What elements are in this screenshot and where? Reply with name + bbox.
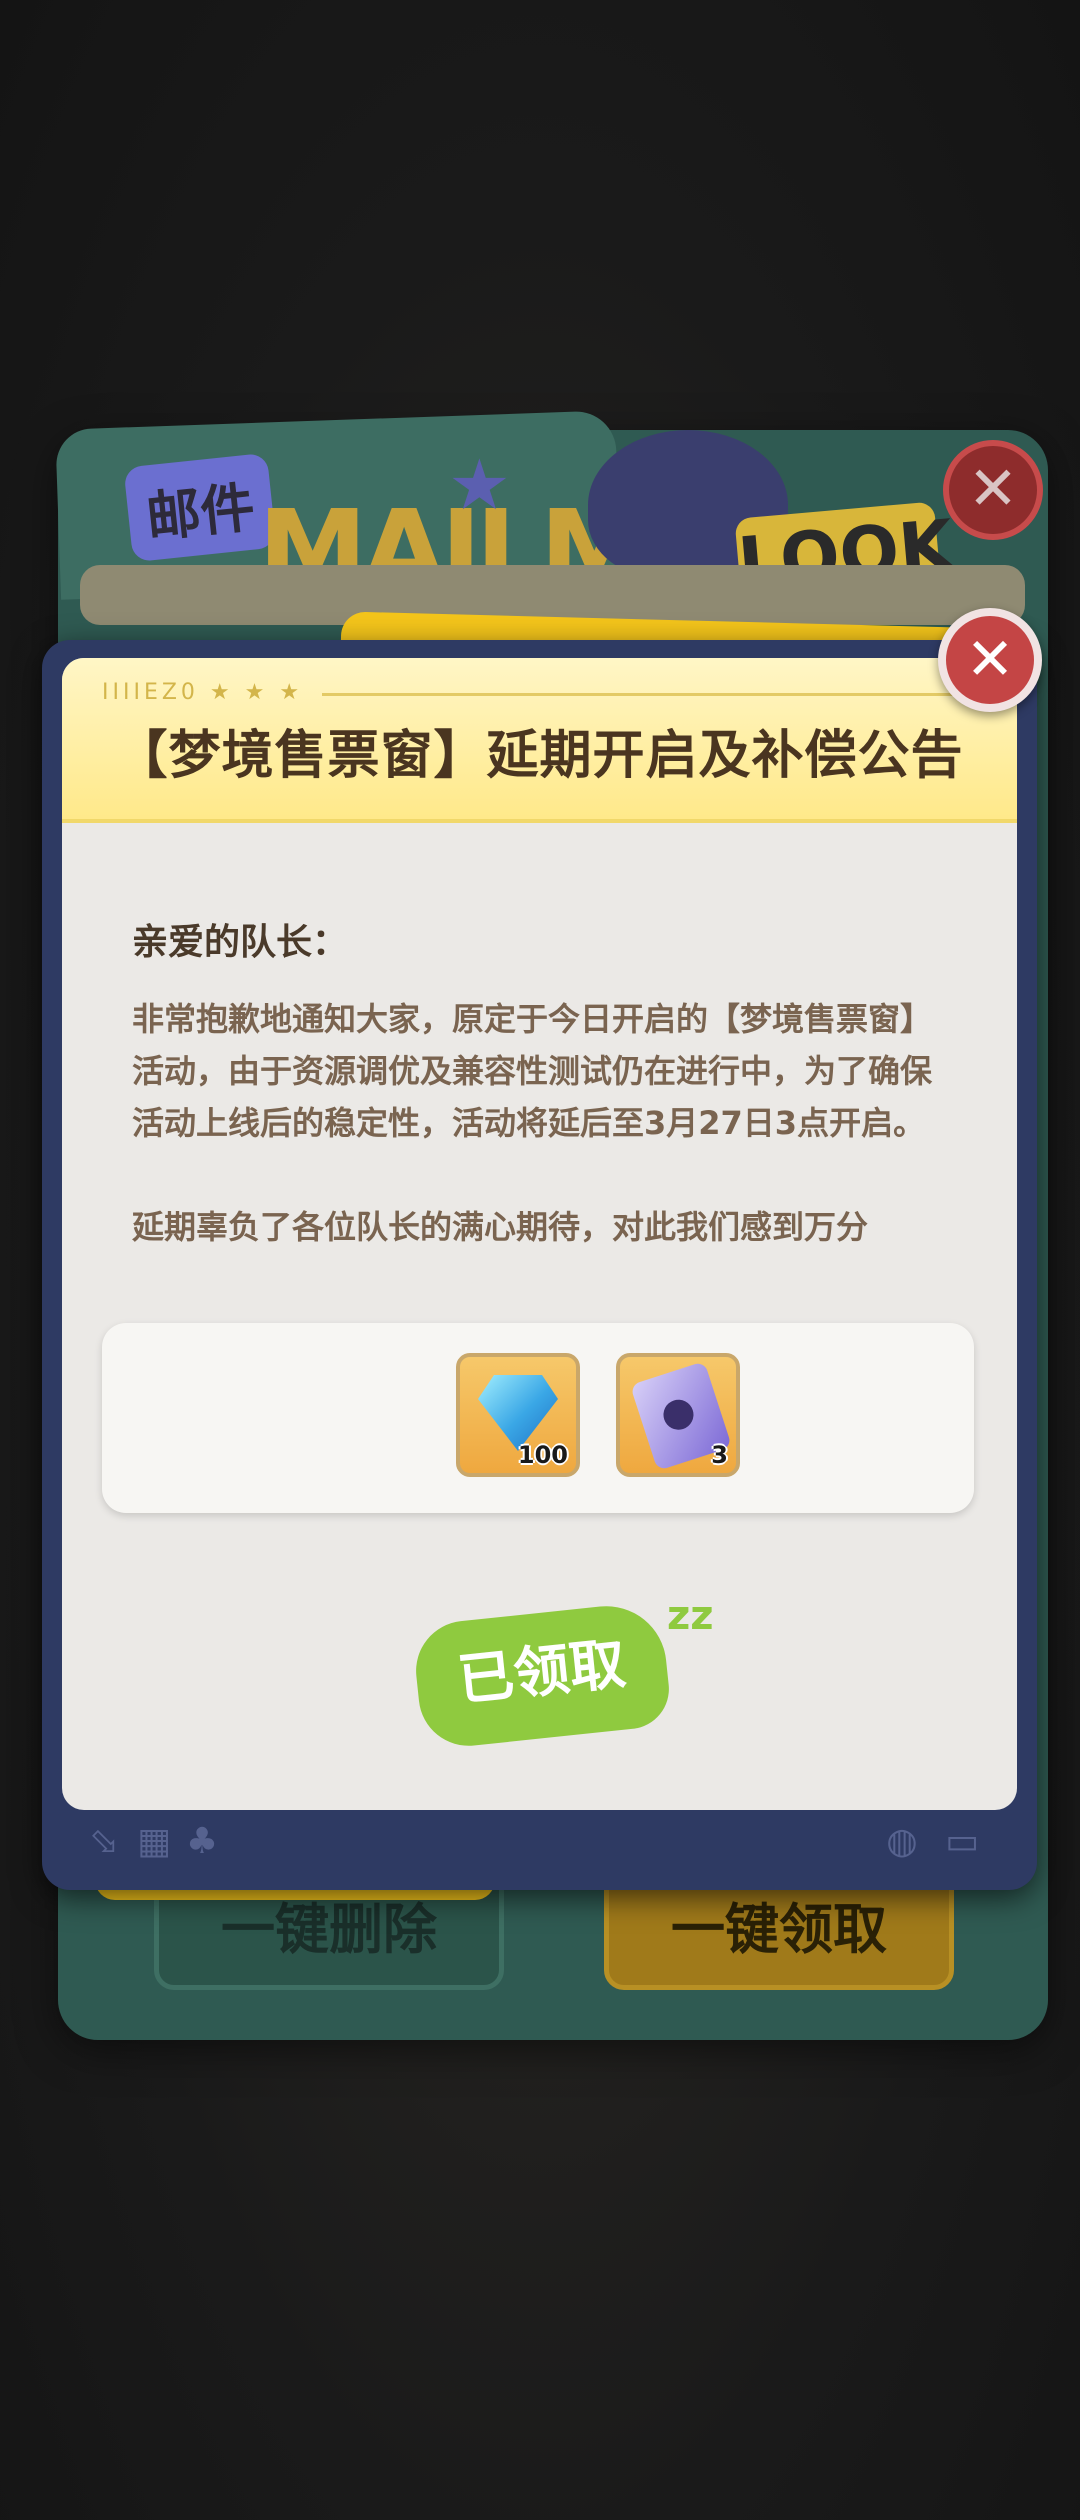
close-button[interactable]: ✕: [938, 608, 1042, 712]
mail-close-button[interactable]: ✕: [943, 440, 1043, 540]
dialog-footer: ⬂ ▦ ♣ ◍ ▭: [62, 1812, 1017, 1874]
header-divider: [322, 693, 962, 696]
reward-item-ticket[interactable]: 3: [616, 1353, 740, 1477]
reward-panel: 100 3: [102, 1323, 974, 1513]
globe-icon: ◍: [886, 1821, 918, 1862]
greeting-text: 亲爱的队长：: [132, 922, 349, 963]
grid-icon: ▦: [136, 1821, 171, 1862]
item-count: 3: [711, 1441, 728, 1469]
panel-icon: ▭: [944, 1821, 979, 1862]
reward-item-gem[interactable]: 100: [456, 1353, 580, 1477]
sleep-zz-icon: zz: [667, 1593, 714, 1639]
claimed-stamp: 已领取: [411, 1600, 673, 1751]
header-decoration: IIIIEZ0 ★ ★ ★: [102, 680, 304, 705]
notice-paragraph: 延期辜负了各位队长的满心期待，对此我们感到万分: [132, 1208, 869, 1246]
ticket-emblem: [659, 1395, 698, 1434]
notice-title: 【梦境售票窗】延期开启及补偿公告: [115, 726, 964, 786]
arrow-corner-icon: ⬂: [88, 1821, 120, 1862]
notice-body-scroll[interactable]: 亲爱的队长： 非常抱歉地通知大家，原定于今日开启的【梦境售票窗】活动，由于资源调…: [132, 913, 952, 1278]
notice-dialog: IIIIEZ0 ★ ★ ★ 【梦境售票窗】延期开启及补偿公告 亲爱的队长： 非常…: [42, 640, 1037, 1890]
item-count: 100: [517, 1441, 568, 1469]
blue-gem-icon: [478, 1375, 558, 1451]
notice-content: IIIIEZ0 ★ ★ ★ 【梦境售票窗】延期开启及补偿公告 亲爱的队长： 非常…: [62, 658, 1017, 1810]
mail-title: 邮件: [123, 452, 277, 563]
notice-paragraph: 非常抱歉地通知大家，原定于今日开启的【梦境售票窗】活动，由于资源调优及兼容性测试…: [132, 1000, 933, 1142]
club-icon: ♣: [185, 1821, 219, 1862]
star-icon: ★: [448, 444, 511, 526]
notice-header: IIIIEZ0 ★ ★ ★ 【梦境售票窗】延期开启及补偿公告: [62, 658, 1017, 823]
